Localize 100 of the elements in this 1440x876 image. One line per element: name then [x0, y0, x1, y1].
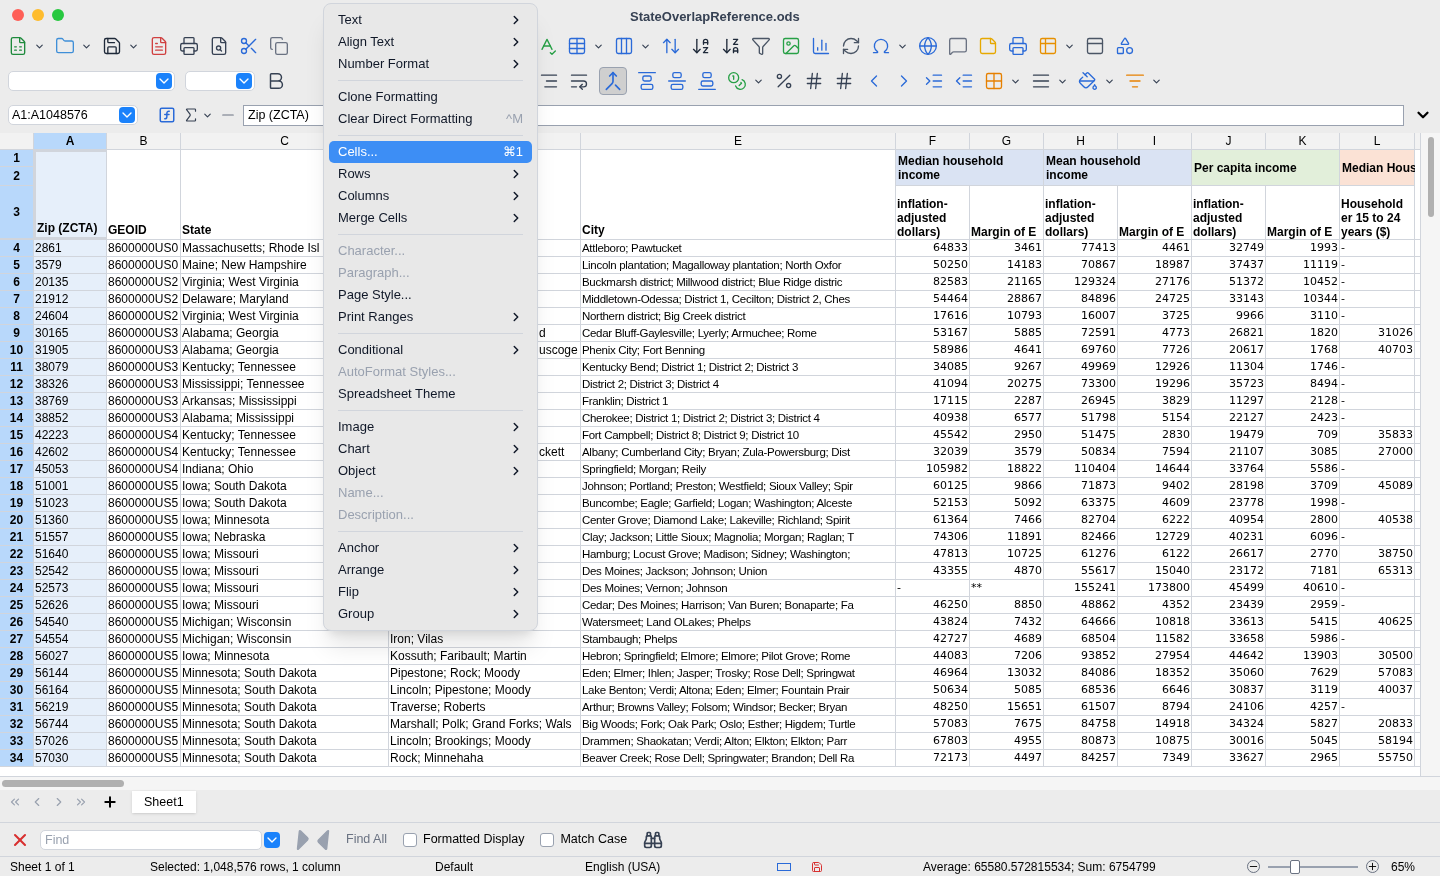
number-format-icon[interactable]: [804, 71, 824, 91]
dropdown-icon[interactable]: [264, 831, 280, 848]
chart-icon[interactable]: [811, 36, 831, 56]
menu-item[interactable]: Conditional: [329, 339, 532, 361]
image-icon[interactable]: [781, 36, 801, 56]
currency-icon[interactable]: [727, 71, 747, 91]
table-cell: 38769: [35, 394, 69, 408]
column-header[interactable]: L: [1373, 133, 1381, 150]
table-cell: 7432: [1014, 614, 1042, 630]
sort-ascending-icon[interactable]: [691, 36, 711, 56]
omega-icon[interactable]: [871, 36, 891, 56]
menu-item[interactable]: Text: [329, 9, 532, 31]
sheet-tab[interactable]: Sheet1: [132, 791, 196, 813]
column-header[interactable]: I: [1152, 133, 1157, 150]
split-window-icon[interactable]: [1085, 36, 1105, 56]
table-cell: Arthur; Browns Valley; Folsom; Windsor; Becker; Bryan: [582, 701, 848, 713]
menu-item[interactable]: Spreadsheet Theme: [329, 383, 532, 405]
binoculars-icon[interactable]: [643, 829, 664, 850]
menu-item[interactable]: Flip: [329, 581, 532, 603]
menu-item[interactable]: Group: [329, 603, 532, 625]
align-top-icon[interactable]: [637, 71, 657, 91]
menu-item[interactable]: Print Ranges: [329, 306, 532, 328]
checkbox-label[interactable]: Match Case: [560, 830, 628, 849]
row-number[interactable]: 1: [13, 149, 20, 167]
menu-item[interactable]: Rows: [329, 163, 532, 185]
print-icon[interactable]: [179, 36, 199, 56]
comment-icon[interactable]: [948, 36, 968, 56]
print-area-icon[interactable]: [1008, 36, 1028, 56]
column-header[interactable]: K: [1298, 133, 1307, 150]
print-preview-icon[interactable]: [209, 36, 229, 56]
menu-item[interactable]: Align Text: [329, 31, 532, 53]
add-sheet-icon[interactable]: [102, 794, 118, 810]
menu-item[interactable]: Merge Cells: [329, 207, 532, 229]
column-header[interactable]: A: [65, 133, 75, 150]
copy-icon[interactable]: [269, 36, 289, 56]
menu-item[interactable]: Object: [329, 460, 532, 482]
dropdown-icon[interactable]: [156, 73, 172, 89]
borders-icon[interactable]: [984, 71, 1004, 91]
font-name-field[interactable]: [8, 71, 175, 91]
merge-center-button[interactable]: [599, 67, 627, 95]
zoom-thumb[interactable]: [1290, 859, 1300, 874]
column-header[interactable]: F: [928, 133, 937, 150]
checkbox[interactable]: [540, 832, 555, 847]
find-all-button[interactable]: Find All: [346, 830, 387, 849]
column-header[interactable]: E: [734, 133, 742, 150]
table-columns-icon[interactable]: [614, 36, 634, 56]
zoom-in-icon[interactable]: [1366, 860, 1379, 873]
table-cell: Maine; New Hampshire: [182, 258, 307, 272]
menu-item[interactable]: Image: [329, 416, 532, 438]
table-cell: 56164: [35, 683, 69, 697]
menu-item[interactable]: Page Style...: [329, 284, 532, 306]
table-cell: 33627: [1229, 750, 1264, 766]
dropdown-icon[interactable]: [119, 107, 135, 123]
percent-icon[interactable]: [774, 71, 794, 91]
new-spreadsheet-icon[interactable]: [8, 36, 28, 56]
table-cell: 8600000US3: [108, 326, 179, 340]
folder-icon[interactable]: [55, 36, 75, 56]
checkbox[interactable]: [403, 832, 417, 847]
menu-item[interactable]: Number Format: [329, 53, 532, 75]
shapes-icon[interactable]: [1115, 36, 1135, 56]
cut-icon[interactable]: [239, 36, 259, 56]
align-bottom-icon[interactable]: [697, 71, 717, 91]
table-cell: 77413: [1081, 240, 1116, 256]
table-cell: Lincoln; Pipestone; Moody: [390, 683, 531, 697]
hyperlink-icon[interactable]: [918, 36, 938, 56]
sort-descending-icon[interactable]: [721, 36, 741, 56]
table-cell: Iowa; Missouri: [182, 581, 259, 595]
align-center-icon[interactable]: [667, 71, 687, 91]
border-color-icon[interactable]: [1078, 71, 1098, 91]
table-cell: Lincoln; Brookings; Moody: [390, 734, 531, 748]
column-header[interactable]: G: [1001, 133, 1012, 150]
dropdown-icon[interactable]: [236, 73, 252, 89]
function-wizard-icon[interactable]: [158, 106, 176, 124]
close-window-button[interactable]: [12, 9, 24, 21]
menu-item[interactable]: Columns: [329, 185, 532, 207]
pdf-export-icon[interactable]: [149, 36, 169, 56]
font-size-field[interactable]: [185, 71, 255, 91]
column-header[interactable]: B: [139, 133, 148, 150]
horizontal-scrollbar-thumb[interactable]: [2, 780, 124, 787]
name-box[interactable]: A1:A1048576: [8, 105, 138, 125]
menu-item[interactable]: Anchor: [329, 537, 532, 559]
column-header[interactable]: C: [280, 133, 289, 150]
row-number[interactable]: 2: [13, 167, 20, 185]
column-header[interactable]: H: [1076, 133, 1085, 150]
table-rows-icon[interactable]: [567, 36, 587, 56]
selection-mode-icon[interactable]: [777, 862, 791, 871]
checkbox-label[interactable]: Formatted Display: [423, 830, 525, 849]
menu-item[interactable]: Arrange: [329, 559, 532, 581]
sort-icon[interactable]: [661, 36, 681, 56]
table-cell: 68536: [1081, 682, 1116, 698]
zoom-percent[interactable]: 65%: [1391, 857, 1416, 876]
column-header[interactable]: J: [1225, 133, 1232, 150]
vertical-scrollbar-thumb[interactable]: [1427, 137, 1434, 217]
find-field[interactable]: Find: [40, 829, 262, 850]
row-number[interactable]: 3: [13, 203, 20, 221]
menu-item[interactable]: Chart: [329, 438, 532, 460]
save-icon[interactable]: [102, 36, 122, 56]
filter-icon[interactable]: [751, 36, 771, 56]
table-cell: 7466: [1014, 512, 1042, 528]
table-cell: Marshall; Polk; Grand Forks; Wals: [390, 717, 572, 731]
